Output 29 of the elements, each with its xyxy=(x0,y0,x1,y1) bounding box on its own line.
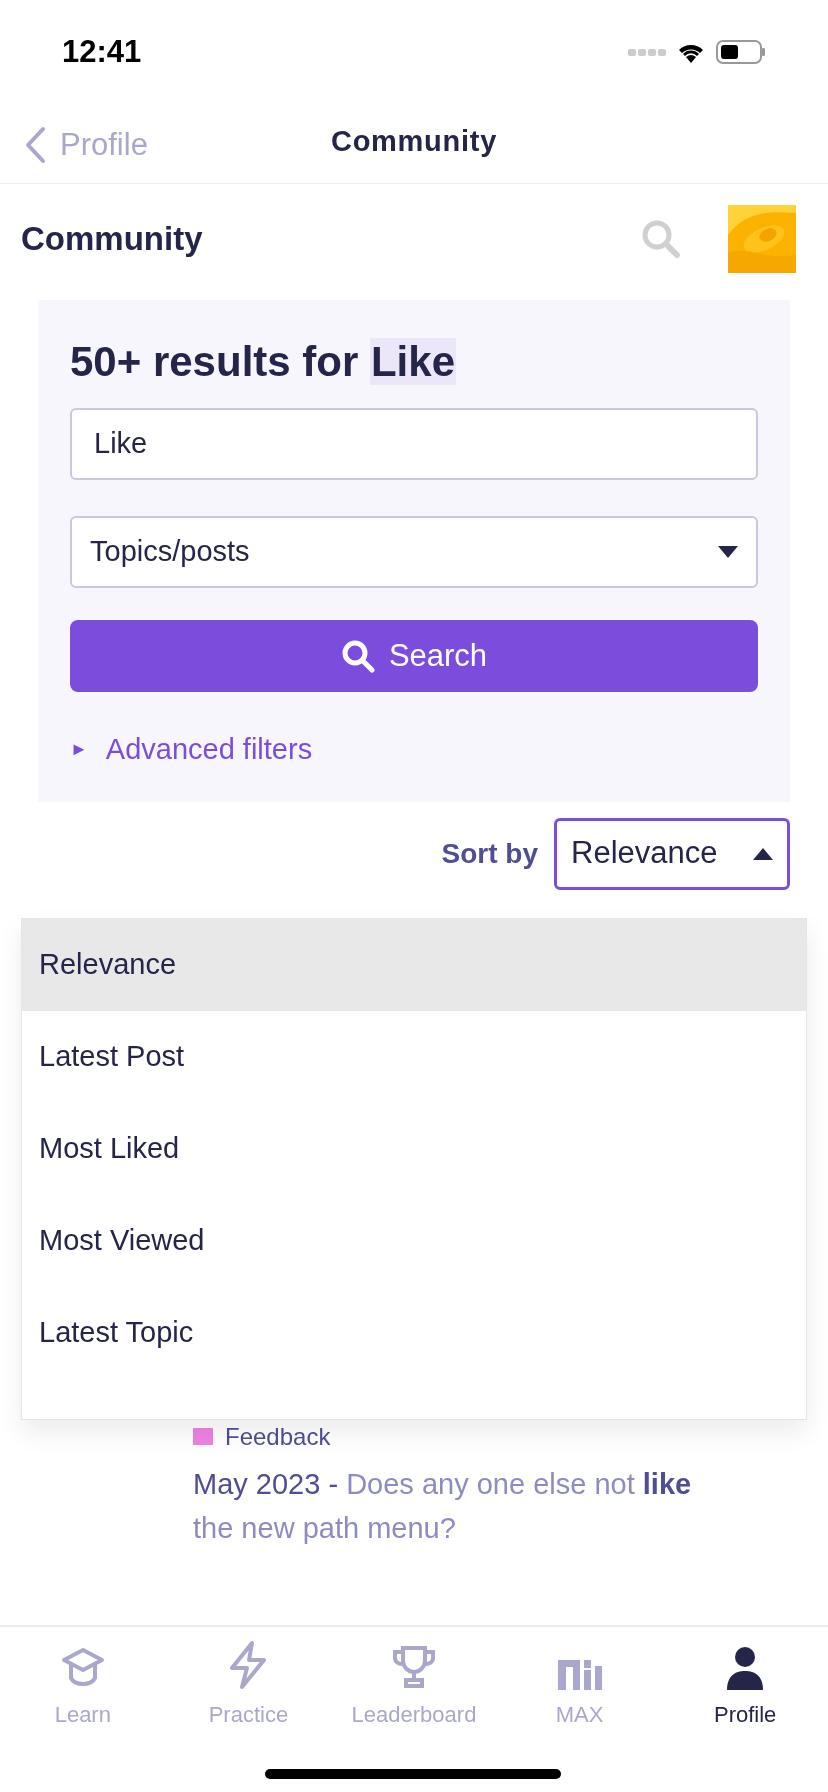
page-title: Community xyxy=(21,219,203,260)
search-input[interactable]: Like xyxy=(70,408,758,480)
caret-up-icon xyxy=(753,847,773,860)
search-icon[interactable] xyxy=(640,218,682,260)
category-tag[interactable]: Feedback xyxy=(225,1418,331,1455)
sort-option[interactable]: Latest Topic xyxy=(22,1287,806,1379)
person-icon xyxy=(725,1646,766,1690)
sort-option[interactable]: Latest Post xyxy=(22,1011,806,1103)
avatar-icon[interactable] xyxy=(728,205,796,273)
scope-select[interactable]: Topics/posts xyxy=(70,516,758,588)
post-title[interactable]: May 2023 - Does any one else not like the new path menu? xyxy=(193,1461,693,1550)
sort-option[interactable]: Most Liked xyxy=(22,1103,806,1195)
dropdown-caret-icon xyxy=(718,546,738,558)
back-chevron-icon xyxy=(24,126,46,165)
sort-label: Sort by xyxy=(441,836,538,871)
advanced-filters-toggle[interactable]: ► Advanced filters xyxy=(70,728,313,772)
sort-select[interactable]: Relevance xyxy=(554,817,790,890)
sort-option[interactable]: Relevance xyxy=(22,919,806,1011)
nav-title: Community xyxy=(331,124,497,157)
sort-option[interactable]: Most Viewed xyxy=(22,1195,806,1287)
signal-icon xyxy=(628,47,666,57)
tab-bar-item[interactable]: Profile xyxy=(662,1627,828,1737)
max-logo-icon xyxy=(557,1658,602,1690)
results-heading: 50+ results for Like xyxy=(70,337,458,387)
status-time: 12:41 xyxy=(62,32,142,71)
search-button[interactable]: Search xyxy=(70,620,758,692)
search-icon xyxy=(340,639,375,673)
trophy-icon xyxy=(391,1644,437,1690)
battery-icon xyxy=(716,40,766,64)
